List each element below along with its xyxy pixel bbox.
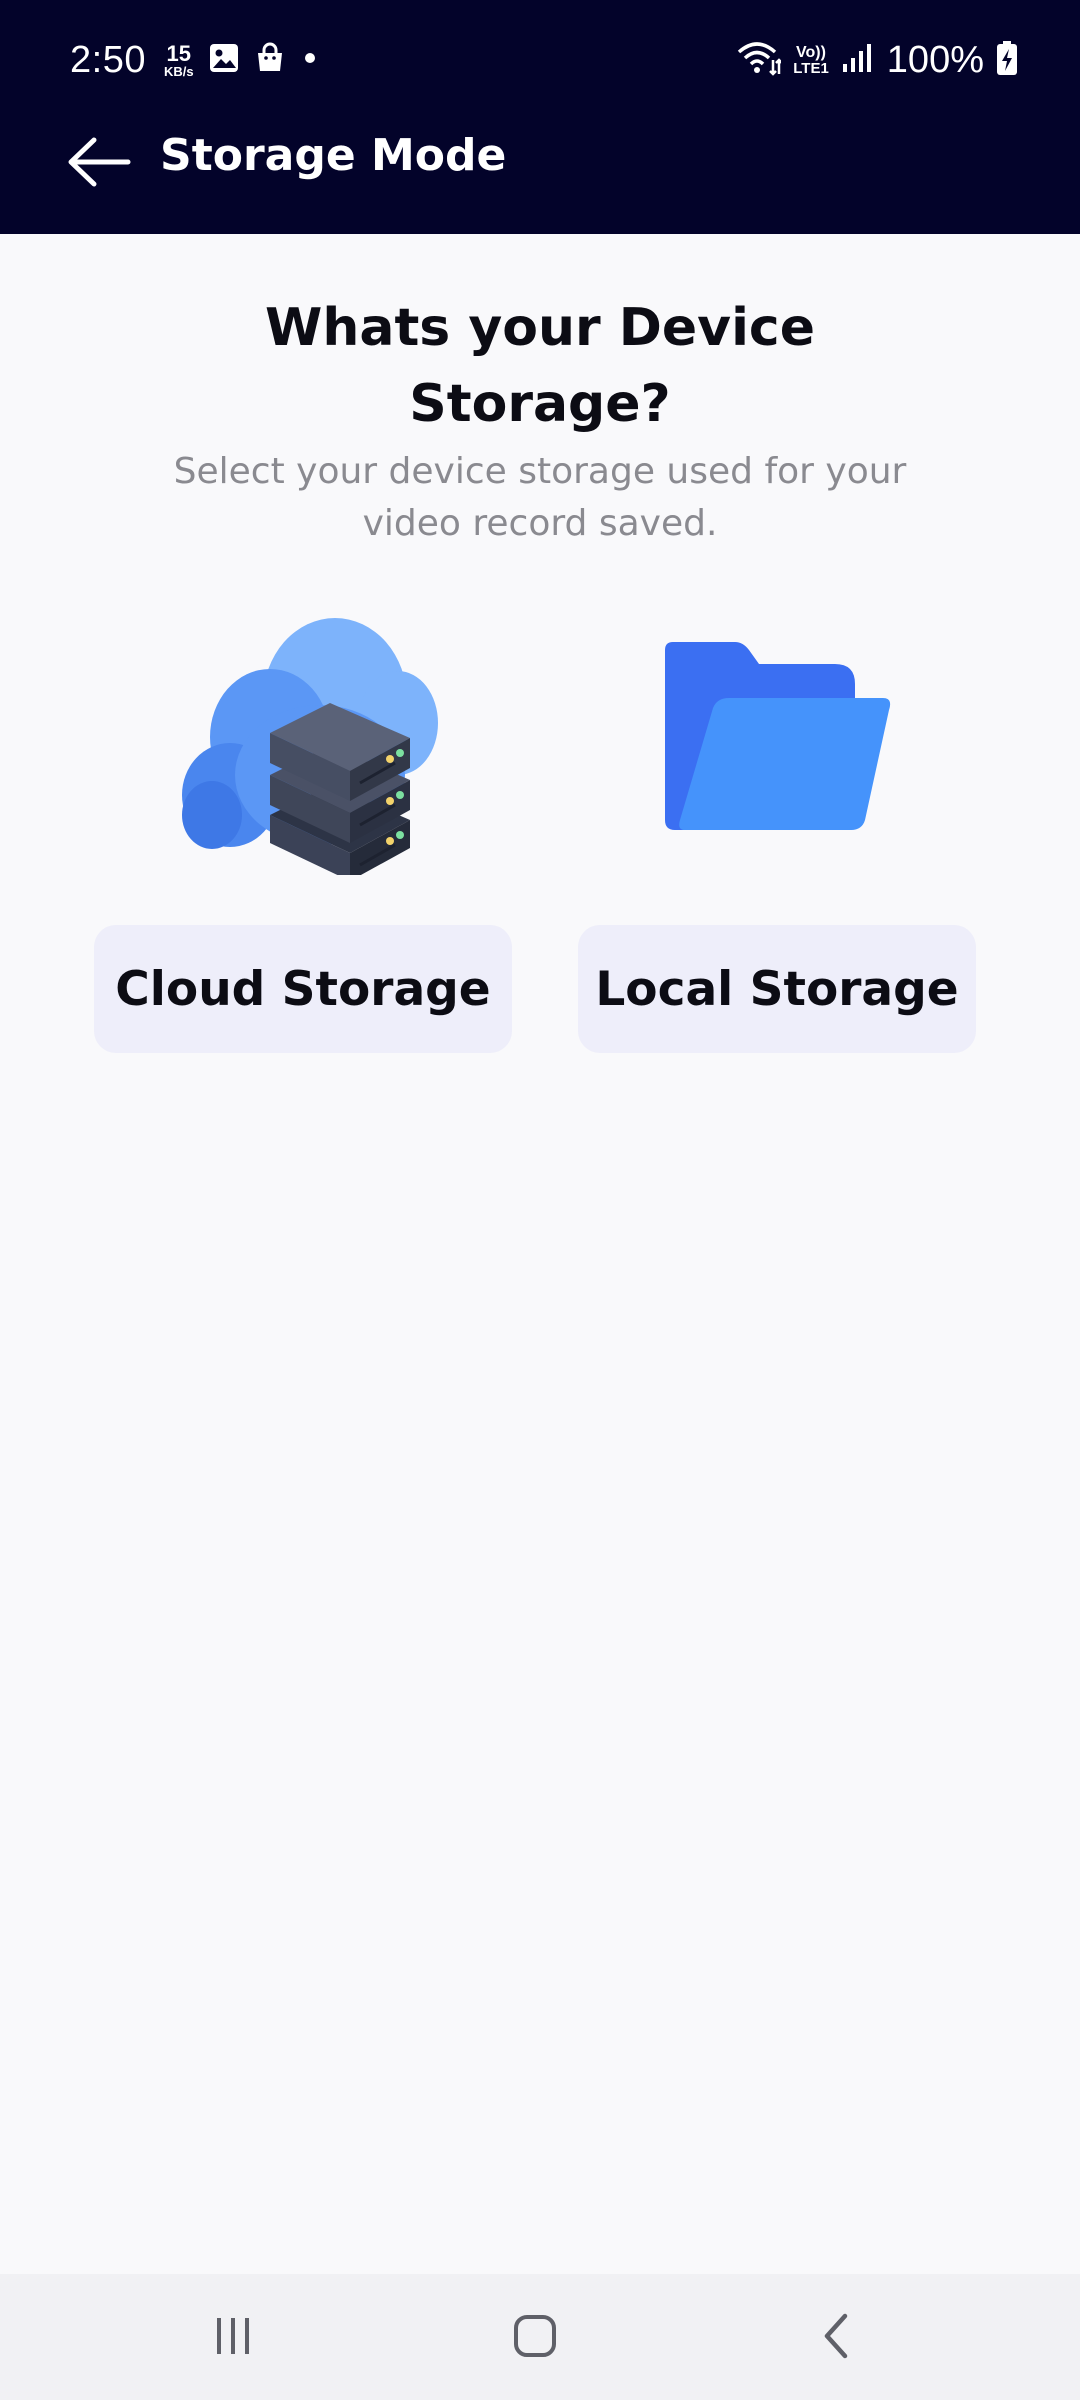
- battery-charging-icon: [996, 40, 1018, 80]
- arrow-left-icon: [68, 137, 131, 187]
- question-heading: Whats your Device Storage?: [264, 298, 815, 434]
- notification-dot-icon: [300, 48, 320, 72]
- cloud-storage-button[interactable]: Cloud Storage: [94, 925, 512, 1053]
- wifi-icon: [737, 40, 784, 80]
- network-speed-unit: KB/s: [163, 63, 194, 79]
- network-speed: 15 KB/s: [163, 40, 194, 79]
- storage-mode-screen: 2:50 15 KB/s Vo)) LTE1 100% Storage Mode…: [0, 0, 1080, 2400]
- back-icon: [824, 2313, 848, 2359]
- system-nav-bar: [0, 2274, 1080, 2400]
- gallery-icon: [208, 42, 240, 78]
- status-time: 2:50: [70, 38, 146, 81]
- folder-icon: [655, 640, 895, 840]
- nav-back-button[interactable]: [792, 2296, 882, 2376]
- question-subheading: Select your device storage used for your…: [173, 451, 907, 544]
- top-bar: 2:50 15 KB/s Vo)) LTE1 100% Storage Mode: [0, 0, 1080, 234]
- home-icon: [514, 2315, 556, 2357]
- app-bar: Storage Mode: [0, 118, 1080, 206]
- status-bar-right: Vo)) LTE1 100%: [737, 30, 1018, 90]
- network-speed-value: 15: [166, 40, 192, 66]
- lte-label: LTE1: [793, 59, 829, 77]
- back-button[interactable]: [64, 132, 134, 192]
- local-storage-button[interactable]: Local Storage: [578, 925, 976, 1053]
- cloud-server-icon: [170, 605, 440, 881]
- volte-label: Vo)): [796, 43, 826, 61]
- status-bar-left: 2:50 15 KB/s: [70, 30, 320, 90]
- battery-percent: 100%: [886, 38, 984, 81]
- signal-icon: [841, 42, 875, 78]
- recent-apps-icon: [217, 2318, 249, 2354]
- page-title: Storage Mode: [160, 130, 507, 181]
- recent-apps-button[interactable]: [188, 2296, 278, 2376]
- home-button[interactable]: [490, 2296, 580, 2376]
- network-type: Vo)) LTE1: [793, 43, 829, 77]
- shopping-bag-icon: [254, 42, 286, 78]
